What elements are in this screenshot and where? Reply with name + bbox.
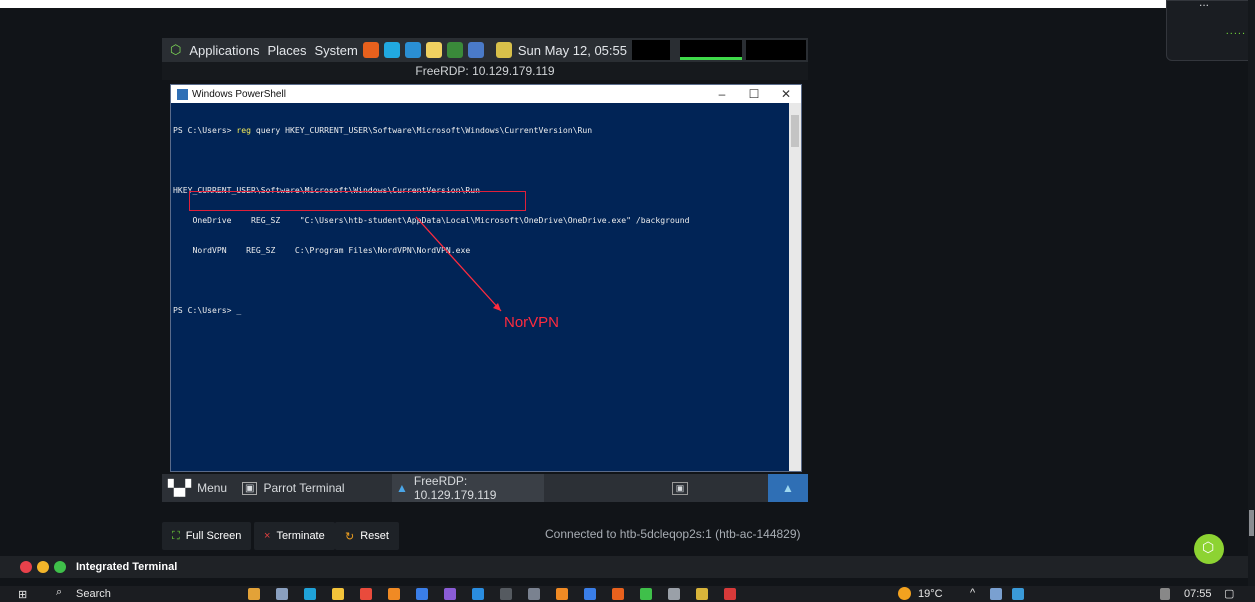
minimize-dot-icon[interactable] [37, 561, 49, 573]
temperature[interactable]: 19°C [918, 588, 943, 600]
task-label: Parrot Terminal [263, 481, 345, 495]
parrot-logo-icon[interactable]: ⬡ [170, 42, 181, 58]
close-dot-icon[interactable] [20, 561, 32, 573]
tray-freerdp-icon[interactable]: ▲ [768, 474, 808, 502]
notification-text: ... [1199, 0, 1210, 9]
notification-icon[interactable]: ▢ [1224, 587, 1234, 600]
app-icon[interactable] [584, 588, 596, 600]
tray-icon[interactable] [1012, 588, 1024, 600]
scrollbar-thumb[interactable] [1249, 510, 1254, 536]
cube-icon: ⬡ [1202, 539, 1215, 555]
terminate-label: Terminate [276, 530, 325, 542]
editor-icon[interactable] [425, 42, 442, 58]
search-box[interactable]: Search [76, 588, 111, 600]
settings-icon[interactable] [668, 588, 680, 600]
remote-desktop-view[interactable]: ⬡ Applications Places System Sun May 12,… [162, 38, 808, 502]
vlc-icon[interactable] [556, 588, 568, 600]
annotation-label: NorVPN [504, 314, 560, 331]
windows-start-icon[interactable]: ⊞ [18, 588, 27, 601]
menu-system[interactable]: System [315, 43, 358, 58]
rdp-window-title: FreeRDP: 10.129.179.119 [162, 62, 808, 80]
window-icon[interactable] [467, 42, 484, 58]
terminate-button[interactable]: × Terminate [254, 522, 335, 550]
grid-icon: ▚▞ [168, 480, 192, 497]
menu-applications[interactable]: Applications [189, 43, 259, 58]
vscode-icon[interactable] [472, 588, 484, 600]
freerdp-icon: ▲ [396, 481, 408, 495]
monitor-widget-3 [746, 40, 806, 60]
chrome-icon[interactable] [360, 588, 372, 600]
close-icon: × [264, 530, 271, 542]
app-icon[interactable] [696, 588, 708, 600]
tray-icon[interactable] [990, 588, 1002, 600]
wifi-icon[interactable] [1160, 588, 1170, 600]
parrot-bottom-taskbar: ▚▞ Menu ▣ Parrot Terminal ▲ FreeRDP: 10.… [162, 474, 808, 502]
annotation-arrow [415, 216, 502, 312]
monitor-widget-1 [632, 40, 670, 60]
workspace-switcher[interactable]: ▣ [660, 474, 700, 502]
task-label: FreeRDP: 10.129.179.119 [413, 474, 497, 502]
menu-button[interactable]: ▚▞ Menu [168, 474, 227, 502]
fullscreen-label: Full Screen [185, 530, 242, 542]
connection-status: Connected to htb-5dcleqop2s:1 (htb-ac-14… [545, 527, 801, 541]
bolt-icon[interactable] [383, 42, 400, 58]
page-scrollbar[interactable] [1248, 0, 1255, 586]
terminal-icon[interactable] [446, 42, 463, 58]
windows-taskbar: ⊞ ⌕ Search 19°C ^ 07:55 ▢ [0, 586, 1255, 602]
sublime-icon[interactable] [388, 588, 400, 600]
weather-icon[interactable] [898, 587, 911, 600]
integrated-terminal-bar[interactable]: Integrated Terminal [0, 556, 1255, 578]
htb-cube-button[interactable]: ⬡ [1194, 534, 1224, 564]
task-view-icon[interactable] [276, 588, 288, 600]
chevron-up-icon[interactable]: ^ [970, 587, 975, 599]
task-parrot-terminal[interactable]: ▣ Parrot Terminal [242, 474, 345, 502]
task-freerdp[interactable]: ▲ FreeRDP: 10.129.179.119 [392, 474, 544, 502]
file-explorer-icon[interactable] [332, 588, 344, 600]
terminal-app-icon[interactable] [500, 588, 512, 600]
powershell-window[interactable]: Windows PowerShell – ☐ ✕ PS C:\Users> re… [170, 84, 802, 472]
menu-places[interactable]: Places [267, 43, 306, 58]
firefox-icon[interactable] [612, 588, 624, 600]
maximize-dot-icon[interactable] [54, 561, 66, 573]
firefox-icon[interactable] [362, 42, 379, 58]
edge-icon[interactable] [304, 588, 316, 600]
notification-toast[interactable]: ... ..... [1166, 0, 1255, 61]
wireshark-icon[interactable] [404, 42, 421, 58]
notification-dots: ..... [1225, 25, 1246, 37]
reset-label: Reset [360, 530, 389, 542]
parrot-top-panel: ⬡ Applications Places System Sun May 12,… [162, 38, 808, 62]
workspace-icon: ▣ [671, 481, 689, 495]
reset-button[interactable]: ↻ Reset [335, 522, 399, 550]
screen-icon[interactable] [495, 42, 512, 58]
fullscreen-icon: ⛶ [172, 529, 180, 542]
app-icon[interactable] [528, 588, 540, 600]
visual-studio-icon[interactable] [444, 588, 456, 600]
integrated-terminal-label: Integrated Terminal [76, 561, 178, 573]
menu-label: Menu [197, 481, 228, 495]
terminal-icon: ▣ [242, 481, 258, 495]
clock[interactable]: 07:55 [1184, 588, 1212, 600]
app-icon[interactable] [724, 588, 736, 600]
monitor-widget-2 [680, 40, 742, 60]
fullscreen-button[interactable]: ⛶ Full Screen [162, 522, 252, 550]
clock[interactable]: Sun May 12, 05:55 [518, 43, 627, 58]
reset-icon: ↻ [345, 530, 355, 543]
widgets-icon[interactable] [248, 588, 260, 600]
app-icon[interactable] [416, 588, 428, 600]
search-icon[interactable]: ⌕ [56, 586, 62, 599]
whatsapp-icon[interactable] [640, 588, 652, 600]
